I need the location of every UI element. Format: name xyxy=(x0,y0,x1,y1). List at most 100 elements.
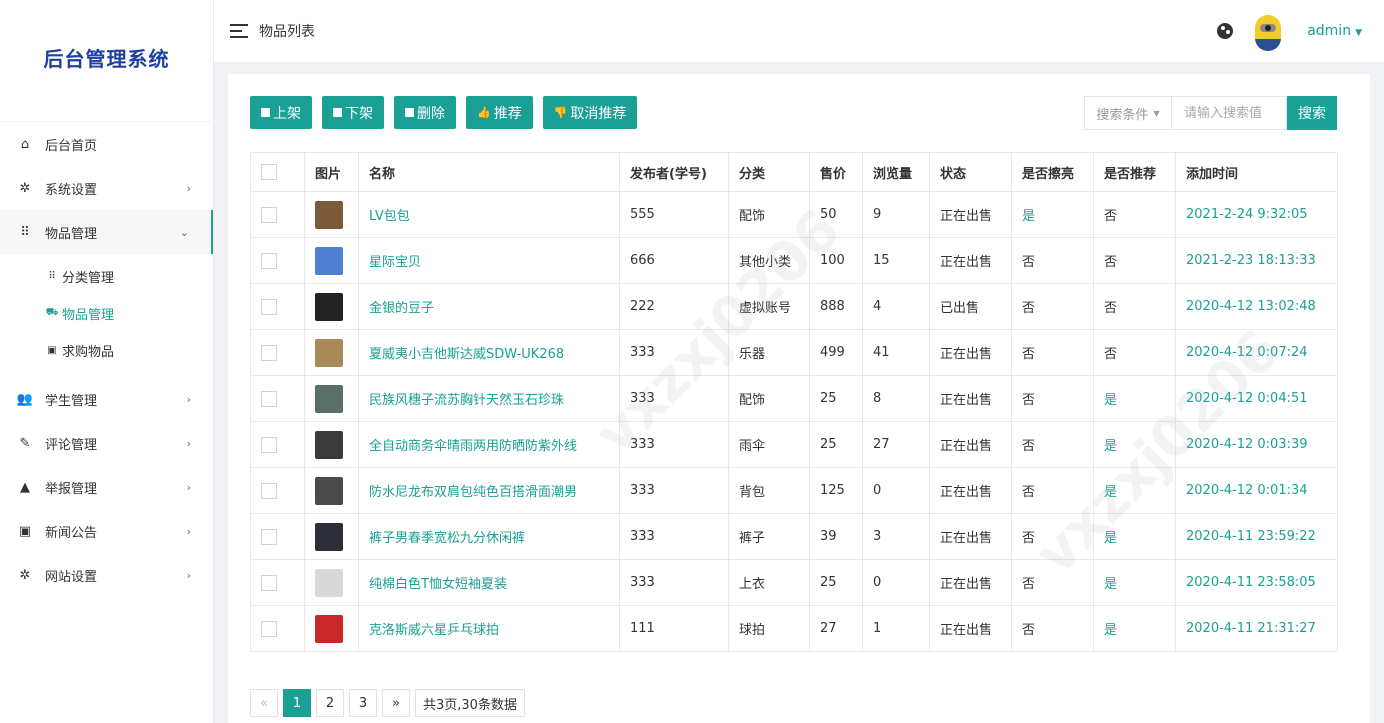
cell-category: 球拍 xyxy=(728,605,810,652)
page-button-3[interactable]: 3 xyxy=(349,689,377,717)
product-thumbnail[interactable] xyxy=(315,200,343,229)
cell-polished: 否 xyxy=(1011,329,1094,376)
column-header: 状态 xyxy=(929,152,1012,192)
prev-page-button[interactable]: « xyxy=(250,689,278,717)
page-button-2[interactable]: 2 xyxy=(316,689,344,717)
search-condition-select[interactable]: 搜索条件 ▼ xyxy=(1084,96,1172,130)
next-page-button[interactable]: » xyxy=(382,689,410,717)
shelf-off-button[interactable]: 下架 xyxy=(322,96,384,129)
table-row[interactable]: 全自动商务伞晴雨两用防晒防紫外线 333 雨伞 25 27 正在出售否是 2020-4-12… xyxy=(250,421,1338,468)
row-checkbox[interactable] xyxy=(261,482,277,499)
row-checkbox[interactable] xyxy=(261,574,277,591)
cell-time: 2021-2-24 9:32:05 xyxy=(1175,191,1338,238)
cell-views: 4 xyxy=(862,283,930,330)
cell-status: 正在出售 xyxy=(929,375,1012,422)
row-checkbox[interactable] xyxy=(261,390,277,407)
sidebar-item-label: 举报管理 xyxy=(45,481,98,497)
user-menu[interactable]: admin ▼ xyxy=(1307,23,1362,39)
search-button[interactable]: 搜索 xyxy=(1287,96,1337,130)
cell-time: 2020-4-11 23:59:22 xyxy=(1175,513,1338,560)
cell-publisher: 333 xyxy=(619,513,729,560)
submenu-item-2[interactable]: ▣ 求购物品 xyxy=(0,332,213,369)
cart-icon: ⛟ xyxy=(45,307,59,318)
product-thumbnail[interactable] xyxy=(315,338,343,367)
row-checkbox[interactable] xyxy=(261,298,277,315)
product-thumbnail[interactable] xyxy=(315,430,343,459)
cell-name[interactable]: 纯棉白色T恤女短袖夏装 xyxy=(358,559,620,606)
table-row[interactable]: 纯棉白色T恤女短袖夏装 333 上衣 25 0 正在出售否是 2020-4-11 23:58… xyxy=(250,559,1338,606)
cell-price: 888 xyxy=(809,283,863,330)
sidebar-item-2[interactable]: ⠿ 物品管理 ⌄ xyxy=(0,210,213,254)
cell-category: 虚拟账号 xyxy=(728,283,810,330)
plus-square-icon xyxy=(261,108,270,117)
cell-polished: 是 xyxy=(1011,191,1094,238)
row-checkbox[interactable] xyxy=(261,252,277,269)
cell-name[interactable]: 防水尼龙布双肩包纯色百搭滑面潮男 xyxy=(358,467,620,514)
product-thumbnail[interactable] xyxy=(315,568,343,597)
sidebar-item-6[interactable]: ▣ 新闻公告 › xyxy=(0,509,213,553)
cell-name[interactable]: 金银的豆子 xyxy=(358,283,620,330)
palette-icon[interactable] xyxy=(1217,23,1234,39)
table-row[interactable]: 裤子男春季宽松九分休闲裤 333 裤子 39 3 正在出售否是 2020-4-11 23:5… xyxy=(250,513,1338,560)
comment-icon: ✎ xyxy=(19,435,31,451)
row-checkbox[interactable] xyxy=(261,344,277,361)
sidebar-item-1[interactable]: ✲ 系统设置 › xyxy=(0,166,213,210)
sidebar-item-0[interactable]: ⌂ 后台首页 xyxy=(0,122,213,166)
page-button-1[interactable]: 1 xyxy=(283,689,311,717)
table-row[interactable]: 民族风穗子流苏胸针天然玉石珍珠 333 配饰 25 8 正在出售否是 2020-4-12 0… xyxy=(250,375,1338,422)
product-thumbnail[interactable] xyxy=(315,246,343,275)
pagination-info: 共3页,30条数据 xyxy=(415,689,525,717)
sidebar-item-4[interactable]: ✎ 评论管理 › xyxy=(0,421,213,465)
cell-views: 8 xyxy=(862,375,930,422)
product-thumbnail[interactable] xyxy=(315,476,343,505)
table-row[interactable]: 克洛斯威六星乒乓球拍 111 球拍 27 1 正在出售否是 2020-4-11 21:31:… xyxy=(250,605,1338,652)
select-all-checkbox[interactable] xyxy=(261,164,277,180)
toolbar: 上架 下架 删除 👍 推荐 👎 取消推荐 xyxy=(250,96,638,129)
row-checkbox[interactable] xyxy=(261,620,277,637)
cell-name[interactable]: 裤子男春季宽松九分休闲裤 xyxy=(358,513,620,560)
row-checkbox[interactable] xyxy=(261,436,277,453)
product-thumbnail[interactable] xyxy=(315,384,343,413)
row-checkbox[interactable] xyxy=(261,528,277,545)
table-row[interactable]: LV包包 555 配饰 50 9 正在出售是否 2021-2-24 9:32:05 xyxy=(250,191,1338,238)
select-cell xyxy=(250,283,305,330)
search-input[interactable] xyxy=(1172,96,1287,130)
cell-status: 正在出售 xyxy=(929,237,1012,284)
cell-name[interactable]: 克洛斯威六星乒乓球拍 xyxy=(358,605,620,652)
shelf-on-button[interactable]: 上架 xyxy=(250,96,312,129)
chevron-icon: › xyxy=(186,480,191,494)
sidebar-item-7[interactable]: ✲ 网站设置 › xyxy=(0,553,213,597)
cell-name[interactable]: 全自动商务伞晴雨两用防晒防紫外线 xyxy=(358,421,620,468)
select-all-cell xyxy=(250,152,305,192)
menu-toggle-icon[interactable] xyxy=(230,24,248,38)
table-row[interactable]: 防水尼龙布双肩包纯色百搭滑面潮男 333 背包 125 0 正在出售否是 2020-4-12… xyxy=(250,467,1338,514)
cell-polished: 否 xyxy=(1011,467,1094,514)
column-header: 是否擦亮 xyxy=(1011,152,1094,192)
recommend-button[interactable]: 👍 推荐 xyxy=(466,96,533,129)
sidebar-item-5[interactable]: ▲ 举报管理 › xyxy=(0,465,213,509)
product-thumbnail[interactable] xyxy=(315,614,343,643)
cell-name[interactable]: 民族风穗子流苏胸针天然玉石珍珠 xyxy=(358,375,620,422)
table-row[interactable]: 夏威夷小吉他斯达威SDW-UK268 333 乐器 499 41 正在出售否否 2020-4… xyxy=(250,329,1338,376)
delete-button[interactable]: 删除 xyxy=(394,96,456,129)
table-row[interactable]: 星际宝贝 666 其他小类 100 15 正在出售否否 2021-2-23 18:13:33 xyxy=(250,237,1338,284)
product-thumbnail[interactable] xyxy=(315,522,343,551)
row-checkbox[interactable] xyxy=(261,206,277,223)
submenu-item-1[interactable]: ⛟ 物品管理 xyxy=(0,295,213,332)
cell-price: 499 xyxy=(809,329,863,376)
cell-name[interactable]: 夏威夷小吉他斯达威SDW-UK268 xyxy=(358,329,620,376)
news-icon: ▣ xyxy=(18,523,32,539)
sidebar-item-3[interactable]: 👥 学生管理 › xyxy=(0,377,213,421)
cell-polished: 否 xyxy=(1011,513,1094,560)
avatar[interactable] xyxy=(1255,15,1282,51)
cell-name[interactable]: 星际宝贝 xyxy=(358,237,620,284)
cell-status: 正在出售 xyxy=(929,191,1012,238)
submenu-item-0[interactable]: ⠿ 分类管理 xyxy=(0,258,213,295)
product-thumbnail[interactable] xyxy=(315,292,343,321)
cell-price: 125 xyxy=(809,467,863,514)
unrecommend-button[interactable]: 👎 取消推荐 xyxy=(542,96,638,129)
thumb-cell xyxy=(304,513,359,560)
grid-icon: ⠿ xyxy=(20,224,30,240)
table-row[interactable]: 金银的豆子 222 虚拟账号 888 4 已出售否否 2020-4-12 13:02:48 xyxy=(250,283,1338,330)
cell-name[interactable]: LV包包 xyxy=(358,191,620,238)
